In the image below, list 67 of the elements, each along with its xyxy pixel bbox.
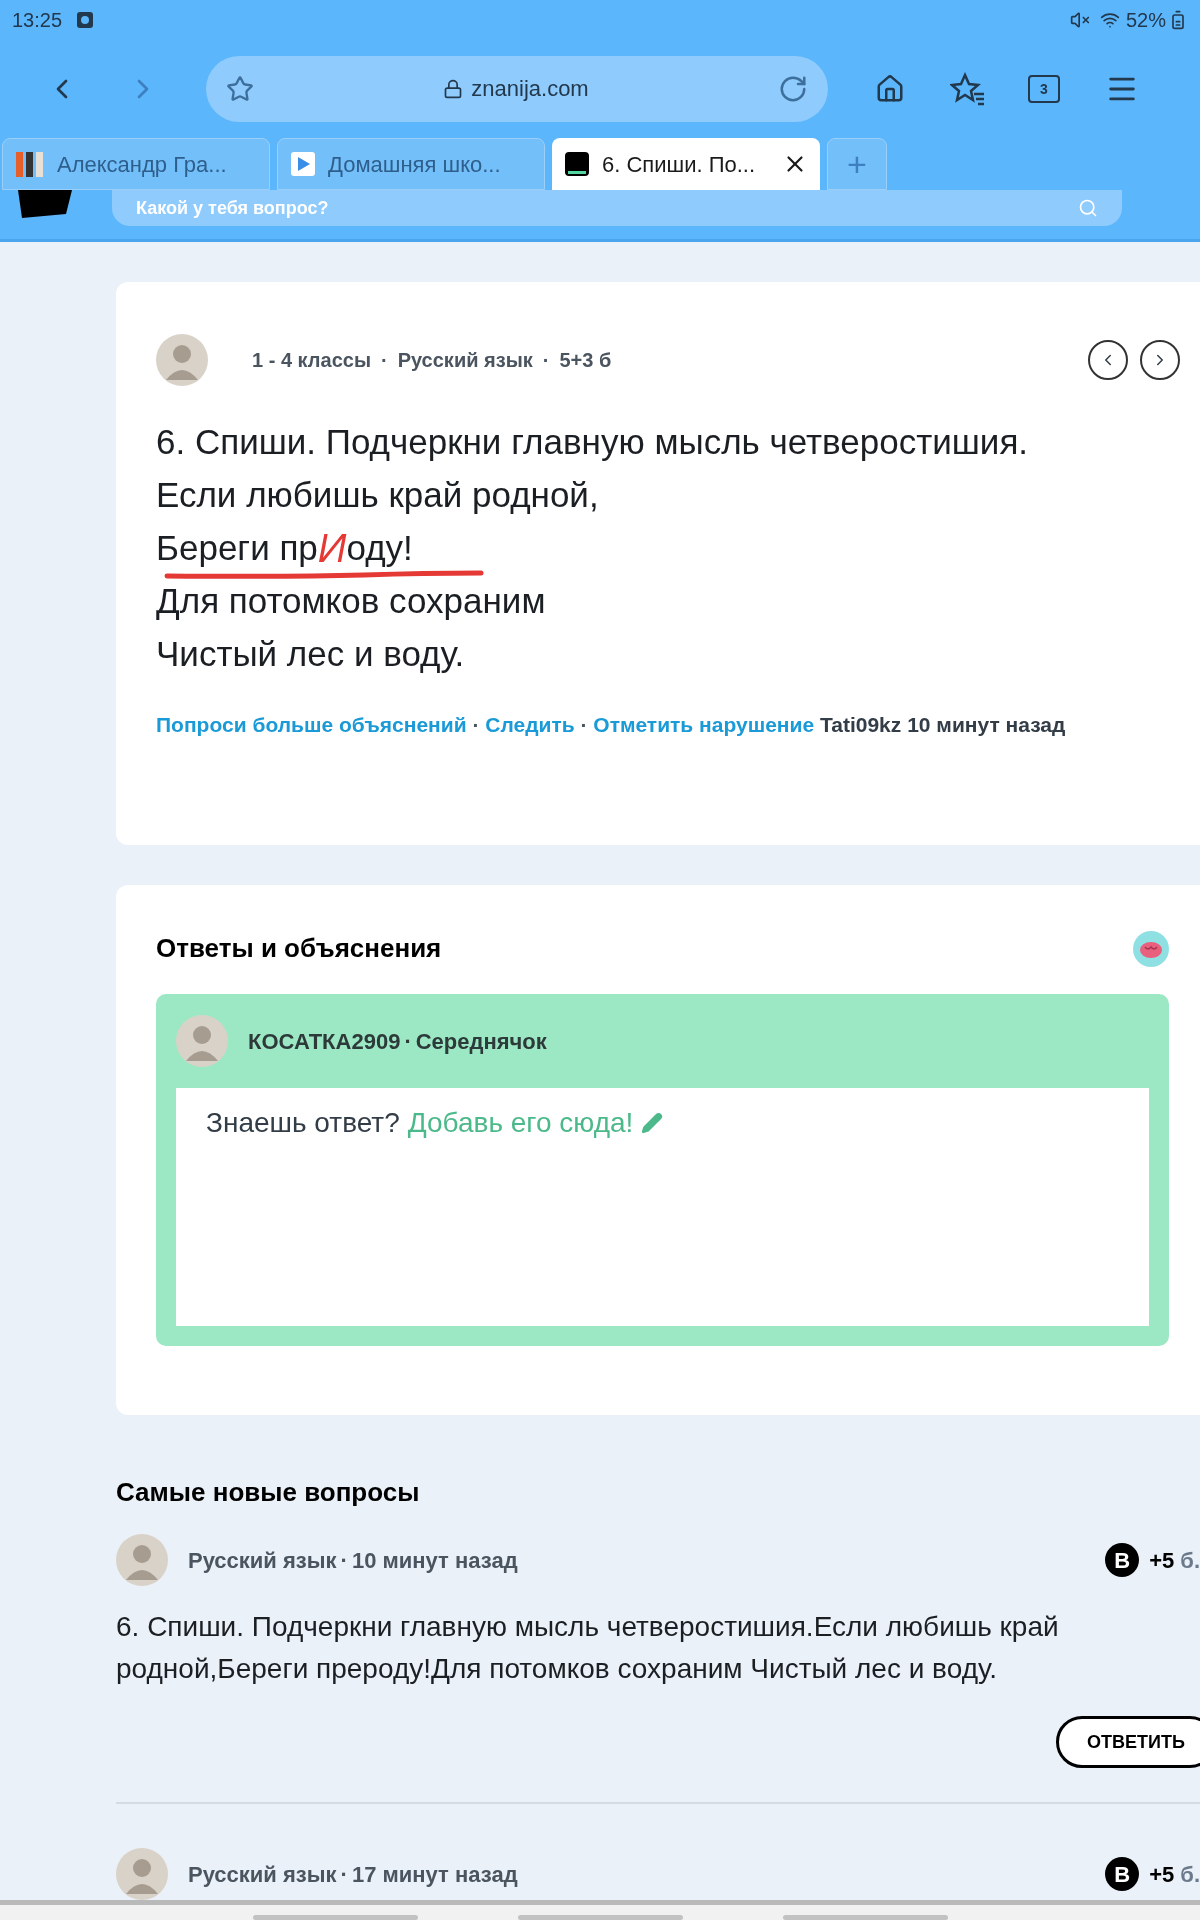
status-time: 13:25 [12, 8, 63, 33]
answers-title: Ответы и объяснения [156, 932, 442, 965]
question-time: 10 минут назад [351, 1546, 518, 1575]
next-button[interactable] [1140, 340, 1180, 380]
question-meta[interactable]: Русский язык [397, 345, 533, 375]
browser-tab[interactable]: Александр Гра... [2, 138, 270, 190]
points-value: +5 [1149, 1546, 1175, 1575]
question-time: 10 минут назад [907, 713, 1066, 736]
question-text[interactable]: 6. Спиши. Подчеркни главную мысль четверостишия.Если любишь край родной,Береги прероду!Для потомков сохраним Чистый лес и воду. [116, 1606, 1156, 1690]
question-meta: 5+3 б [559, 348, 612, 373]
handwritten-correction: И [317, 526, 347, 570]
question-line: Береги пр [156, 527, 318, 569]
question-line: Для потомков сохраним [156, 580, 546, 622]
gesture-handle[interactable] [517, 1915, 683, 1920]
question-subject[interactable]: Русский язык [188, 1857, 337, 1891]
search-placeholder: Какой у тебя вопрос? [136, 196, 330, 220]
separator-dot: · [579, 713, 589, 736]
lock-icon [443, 78, 464, 99]
favicon-icon [564, 151, 590, 177]
user-rank: Середнячок [415, 1027, 547, 1056]
tab-switcher-button[interactable]: 3 [1028, 74, 1060, 103]
question-meta: 1 - 4 классы [252, 348, 371, 373]
points-value: +5 [1149, 1860, 1175, 1889]
browser-tab[interactable]: Домашняя шко... [277, 138, 545, 190]
question-line: 6. Спиши. Подчеркни главную мысль четверостишия. [156, 421, 1029, 463]
gesture-handle[interactable] [782, 1915, 948, 1920]
separator-dot: · [381, 348, 388, 373]
separator-dot: · [404, 1027, 412, 1056]
notification-icon [76, 11, 95, 29]
books-icon [15, 150, 45, 178]
question-line: оду! [346, 527, 413, 569]
play-icon [290, 151, 316, 177]
newest-title: Самые новые вопросы [116, 1476, 421, 1509]
battery-level: 52% [1125, 8, 1166, 33]
points-unit: б. [1180, 1860, 1200, 1889]
answer-user[interactable]: КОСАТКА2909 [248, 1024, 401, 1058]
question-time: 17 минут назад [351, 1860, 518, 1889]
wifi-icon [1099, 10, 1120, 30]
avatar-icon [176, 1015, 228, 1067]
separator-dot: · [340, 1860, 348, 1889]
browser-tab[interactable]: 6. Спиши. По... [552, 138, 820, 190]
bookmarks-icon[interactable] [950, 71, 986, 106]
question-subject[interactable]: Русский язык [188, 1543, 337, 1577]
tab-title: Александр Гра... [57, 150, 228, 179]
question-line: Чистый лес и воду. [156, 633, 465, 675]
question-line: Если любишь край родной, [156, 474, 599, 516]
points-unit: б. [1180, 1546, 1200, 1575]
points-badge: B [1105, 1857, 1140, 1891]
separator-dot: · [471, 713, 481, 736]
author-name[interactable]: Tati09kz [820, 713, 902, 736]
avatar-icon [116, 1848, 168, 1900]
gesture-handle[interactable] [252, 1915, 418, 1920]
tab-title: Домашняя шко... [328, 150, 502, 179]
answer-prompt: Знаешь ответ? [206, 1106, 400, 1140]
mute-icon [1069, 10, 1090, 30]
avatar-icon [116, 1534, 168, 1586]
avatar-icon [156, 334, 208, 386]
address-bar[interactable]: znanija.com [206, 55, 828, 122]
bookmark-star-icon[interactable] [226, 74, 254, 103]
answer-button[interactable]: ОТВЕТИТЬ [1056, 1716, 1200, 1768]
url-text: znanija.com [471, 75, 589, 103]
separator-dot: · [542, 348, 550, 373]
previous-button[interactable] [1088, 340, 1128, 380]
tab-title: 6. Спиши. По... [602, 150, 757, 179]
separator-dot: · [340, 1546, 348, 1575]
home-icon [875, 73, 905, 104]
points-badge: B [1105, 1543, 1140, 1577]
